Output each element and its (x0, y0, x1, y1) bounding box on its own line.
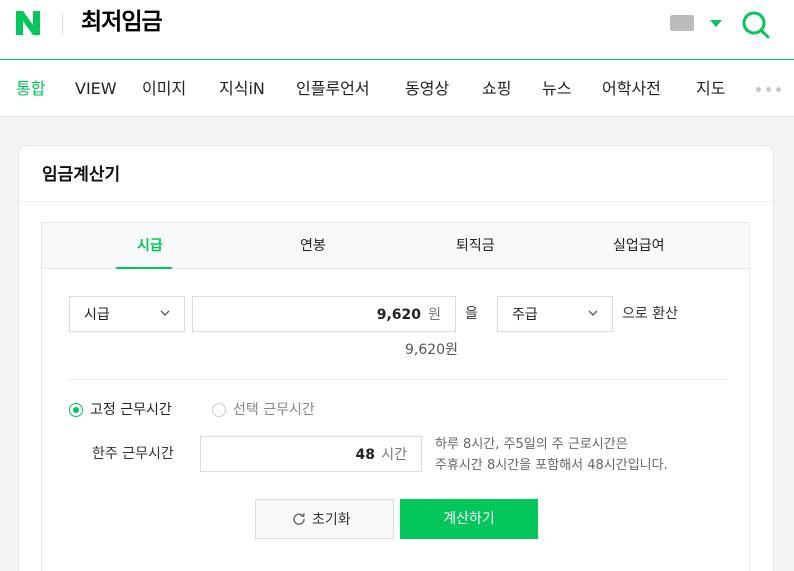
tab-knowledge-in[interactable]: 지식iN (219, 78, 265, 100)
amount-value: 9,620 (376, 307, 421, 323)
hours-note-line2: 주휴시간 8시간을 포함해서 48시간입니다. (435, 458, 668, 473)
weekly-hours-label: 한주 근무시간 (92, 446, 174, 462)
object-particle: 을 (465, 306, 478, 322)
tab-map[interactable]: 지도 (696, 78, 725, 100)
tab-video[interactable]: 동영상 (405, 78, 449, 100)
card-title: 임금계산기 (42, 165, 121, 185)
calculate-button[interactable]: 계산하기 (400, 499, 538, 539)
radio-fixed-hours[interactable] (69, 403, 83, 417)
amount-input[interactable]: 9,620 원 (192, 296, 456, 332)
reset-label: 초기화 (312, 512, 351, 528)
tab-news[interactable]: 뉴스 (542, 78, 571, 100)
tab-integrated[interactable]: 통합 (16, 78, 45, 100)
amount-unit: 원 (428, 307, 441, 323)
search-query[interactable]: 최저임금 (81, 6, 163, 38)
radio-fixed-hours-label[interactable]: 고정 근무시간 (90, 400, 172, 420)
more-icon-dot (766, 87, 771, 92)
calculator-tabs: 시급 연봉 퇴직금 실업급여 (42, 223, 749, 269)
tab-images[interactable]: 이미지 (142, 78, 186, 100)
hours-value: 48 (355, 447, 375, 463)
to-unit-select[interactable]: 주급 (497, 296, 613, 332)
calculator-panel: 시급 연봉 퇴직금 실업급여 시급 9,620 원 을 주급 으로 환산 9,6… (41, 222, 750, 571)
weekly-hours-input[interactable]: 48 시간 (200, 436, 422, 472)
radio-selected-hours-label[interactable]: 선택 근무시간 (233, 400, 315, 420)
naver-logo[interactable] (14, 10, 42, 36)
calc-tab-severance[interactable]: 퇴직금 (456, 236, 495, 256)
more-icon[interactable] (756, 87, 761, 92)
radio-selected-hours[interactable] (212, 403, 226, 417)
keyboard-icon[interactable] (670, 15, 694, 31)
tab-shopping[interactable]: 쇼핑 (482, 78, 511, 100)
tab-dictionary[interactable]: 어학사전 (602, 78, 661, 100)
wage-calculator-card: 임금계산기 시급 연봉 퇴직금 실업급여 시급 9,620 원 을 주급 으로 … (18, 145, 774, 571)
calc-tab-hourly[interactable]: 시급 (137, 236, 163, 256)
search-tabs: 통합 VIEW 이미지 지식iN 인플루언서 동영상 쇼핑 뉴스 어학사전 지도 (0, 60, 794, 117)
to-unit-value: 주급 (512, 307, 538, 323)
tab-view[interactable]: VIEW (75, 78, 117, 100)
more-icon-dot (776, 87, 781, 92)
amount-summary: 9,620원 (405, 342, 458, 358)
tab-influencer[interactable]: 인플루언서 (296, 78, 370, 100)
divider (19, 201, 773, 202)
chevron-down-icon (160, 310, 170, 316)
hours-unit: 시간 (381, 447, 407, 463)
active-tab-indicator (116, 267, 172, 269)
search-icon[interactable] (740, 9, 772, 41)
calc-tab-unemployment[interactable]: 실업급여 (613, 236, 665, 256)
logo-divider (62, 13, 63, 35)
dropdown-arrow-icon[interactable] (710, 20, 722, 27)
from-unit-value: 시급 (84, 307, 110, 323)
reset-button[interactable]: 초기화 (255, 499, 394, 539)
from-unit-select[interactable]: 시급 (69, 296, 185, 332)
chevron-down-icon (588, 310, 598, 316)
calc-tab-annual[interactable]: 연봉 (300, 236, 326, 256)
refresh-icon (293, 513, 305, 525)
section-divider (69, 379, 727, 380)
header: 최저임금 (0, 0, 794, 60)
hours-note-line1: 하루 8시간, 주5일의 주 근로시간은 (435, 437, 628, 452)
convert-label: 으로 환산 (622, 306, 678, 322)
